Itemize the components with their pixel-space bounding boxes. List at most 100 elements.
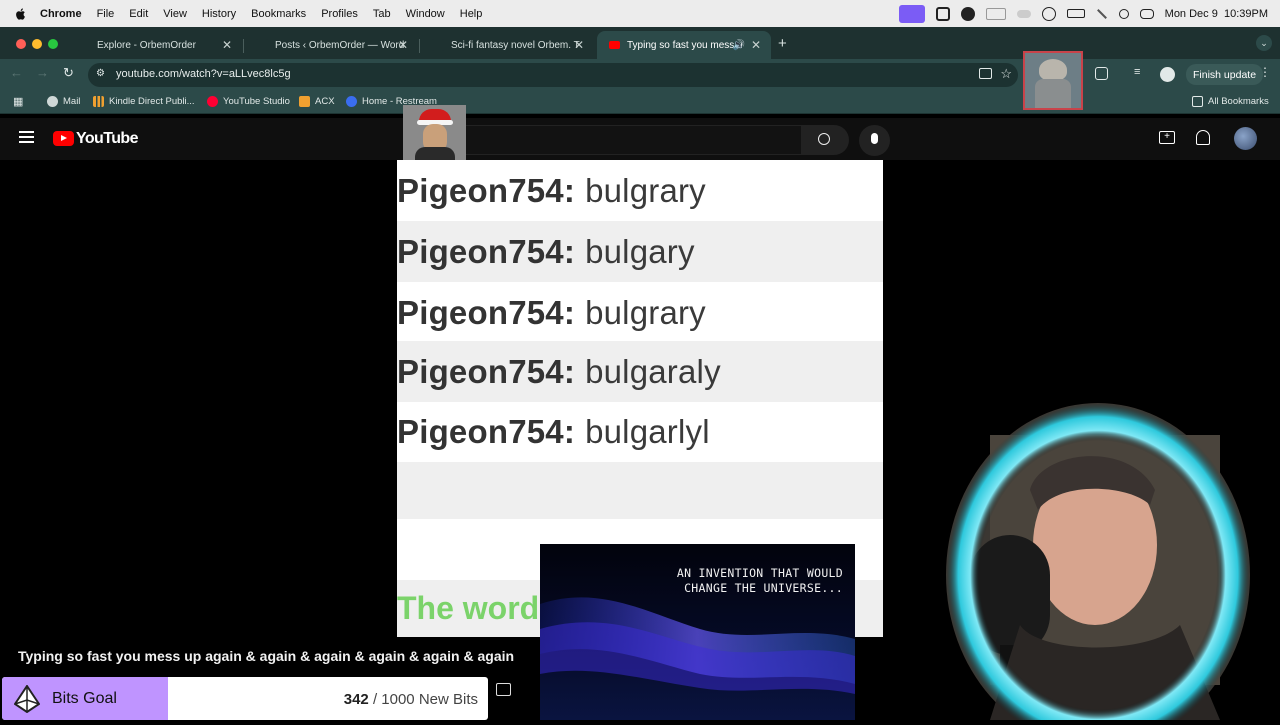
url-text[interactable]: youtube.com/watch?v=aLLvec8lc5g	[116, 68, 291, 80]
reload-button[interactable]: ↻	[63, 65, 78, 80]
search-input[interactable]	[420, 125, 802, 155]
cloud-icon[interactable]	[1016, 9, 1031, 18]
chat-message: Pigeon754: bulgrary	[397, 160, 883, 221]
menu-history[interactable]: History	[202, 8, 236, 20]
profile-avatar-icon[interactable]	[1160, 67, 1175, 82]
tab-youtube-active[interactable]: Typing so fast you mess u 🔊 ✕	[597, 31, 771, 59]
menubar-clock[interactable]: Mon Dec 9 10:39PM	[1165, 8, 1268, 20]
battery-icon[interactable]	[1066, 9, 1085, 18]
chat-username: Pigeon754:	[397, 352, 576, 390]
tab-posts[interactable]: Posts ‹ OrbemOrder — Word ✕	[244, 31, 418, 59]
youtube-logo-icon[interactable]	[53, 131, 74, 146]
bookmark-acx[interactable]: ACX	[299, 96, 335, 107]
browser-tab-strip: Explore - OrbemOrder ✕ Posts ‹ OrbemOrde…	[0, 27, 1280, 59]
install-app-icon[interactable]	[979, 68, 992, 79]
back-button[interactable]: ←	[10, 65, 25, 80]
chat-message: Pigeon754: bulgarlyl	[397, 401, 883, 462]
app-icon[interactable]	[960, 6, 975, 21]
search-button[interactable]	[801, 125, 849, 155]
screen-share-icon[interactable]	[898, 4, 925, 23]
tab-close-icon[interactable]: ✕	[398, 38, 408, 52]
forward-button[interactable]: →	[36, 65, 51, 80]
streamlabs-icon[interactable]	[935, 6, 950, 21]
streamer-webcam	[930, 395, 1260, 725]
youtube-favicon-icon	[609, 41, 620, 49]
window-minimize-button[interactable]	[32, 39, 42, 49]
chat-username: Pigeon754:	[397, 232, 576, 270]
menu-window[interactable]: Window	[406, 8, 445, 20]
tab-explore[interactable]: Explore - OrbemOrder ✕	[66, 31, 242, 59]
address-bar[interactable]: ⚙ youtube.com/watch?v=aLLvec8lc5g ☆	[88, 63, 1018, 87]
bookmark-mail[interactable]: Mail	[47, 96, 80, 107]
tab-scifi-novel[interactable]: Sci-fi fantasy novel Orbem. T ✕	[420, 31, 594, 59]
chat-text: bulgary	[585, 232, 695, 270]
menu-file[interactable]: File	[97, 8, 115, 20]
control-center-icon[interactable]	[1139, 8, 1154, 19]
bits-current: 342	[343, 691, 369, 708]
menu-tab[interactable]: Tab	[373, 8, 391, 20]
badge-icon[interactable]	[985, 7, 1006, 20]
webcam-frame-graphic	[946, 403, 1250, 725]
menu-help[interactable]: Help	[460, 8, 483, 20]
youtube-studio-icon	[207, 96, 218, 107]
reading-list-icon[interactable]: ≡	[1134, 66, 1149, 81]
menu-view[interactable]: View	[163, 8, 187, 20]
dislike-icon[interactable]	[496, 683, 511, 696]
mail-icon	[47, 96, 58, 107]
chat-text: bulgrary	[585, 293, 706, 331]
window-zoom-button[interactable]	[48, 39, 58, 49]
chat-username: Pigeon754:	[397, 171, 576, 209]
finish-update-button[interactable]: Finish update	[1186, 64, 1264, 85]
play-icon[interactable]	[1041, 6, 1056, 21]
menu-app-chrome[interactable]: Chrome	[40, 8, 82, 20]
acx-icon	[299, 96, 310, 107]
macos-menubar: Chrome File Edit View History Bookmarks …	[0, 0, 1280, 27]
bookmark-label: ACX	[315, 96, 335, 107]
bookmark-label: Mail	[63, 96, 81, 107]
wifi-off-icon[interactable]	[1096, 8, 1107, 19]
notifications-bell-icon[interactable]	[1196, 130, 1210, 145]
bits-goal-label: Bits Goal	[52, 690, 117, 707]
microphone-icon	[871, 133, 878, 144]
invention-promo-overlay: AN INVENTION THAT WOULD CHANGE THE UNIVE…	[540, 544, 855, 720]
site-settings-icon[interactable]: ⚙	[96, 68, 108, 80]
bits-goal-count: 342 / 1000 New Bits	[344, 691, 478, 708]
apps-grid-icon[interactable]: ▦	[13, 95, 23, 108]
tab-close-icon[interactable]: ✕	[574, 38, 584, 52]
bookmark-label: Kindle Direct Publi...	[109, 96, 195, 107]
tab-title: Sci-fi fantasy novel Orbem. T	[451, 39, 580, 51]
tab-search-button[interactable]: ⌄	[1256, 35, 1272, 51]
youtube-logo-text[interactable]: YouTube	[76, 130, 138, 148]
bookmark-kindle[interactable]: Kindle Direct Publi...	[93, 96, 195, 107]
bits-total: / 1000 New Bits	[368, 691, 478, 708]
menu-bookmarks[interactable]: Bookmarks	[251, 8, 306, 20]
search-icon[interactable]	[1118, 8, 1129, 19]
chat-message: Pigeon754: bulgary	[397, 221, 883, 282]
hamburger-menu-icon[interactable]	[19, 131, 34, 143]
bits-gem-icon	[14, 685, 40, 713]
chat-text: bulgarlyl	[585, 412, 710, 450]
all-bookmarks[interactable]: All Bookmarks	[1192, 96, 1269, 107]
window-close-button[interactable]	[16, 39, 26, 49]
bookmarks-bar: ▦ Mail Kindle Direct Publi... YouTube St…	[0, 90, 1280, 114]
tab-title: Posts ‹ OrbemOrder — Word	[275, 39, 405, 51]
account-avatar[interactable]	[1234, 127, 1257, 150]
new-tab-button[interactable]: +	[778, 35, 787, 52]
apple-icon[interactable]	[14, 7, 28, 21]
bookmark-star-icon[interactable]: ☆	[1000, 66, 1012, 82]
tab-close-icon[interactable]: ✕	[222, 38, 232, 52]
invention-caption: AN INVENTION THAT WOULD CHANGE THE UNIVE…	[676, 566, 843, 595]
menu-profiles[interactable]: Profiles	[321, 8, 358, 20]
orbem-favicon-icon	[432, 39, 444, 51]
chat-message: Pigeon754: bulgrary	[397, 282, 883, 343]
chat-footer-text: The word	[397, 590, 540, 626]
more-menu-icon[interactable]: ⋮	[1259, 65, 1274, 80]
create-video-icon[interactable]: +	[1159, 131, 1175, 144]
extensions-icon[interactable]	[1095, 67, 1108, 80]
menu-edit[interactable]: Edit	[129, 8, 148, 20]
voice-search-button[interactable]	[859, 125, 890, 156]
tab-close-icon[interactable]: ✕	[751, 38, 761, 52]
audio-playing-icon[interactable]: 🔊	[733, 40, 745, 51]
folder-icon	[1192, 96, 1203, 107]
bookmark-youtube-studio[interactable]: YouTube Studio	[207, 96, 290, 107]
